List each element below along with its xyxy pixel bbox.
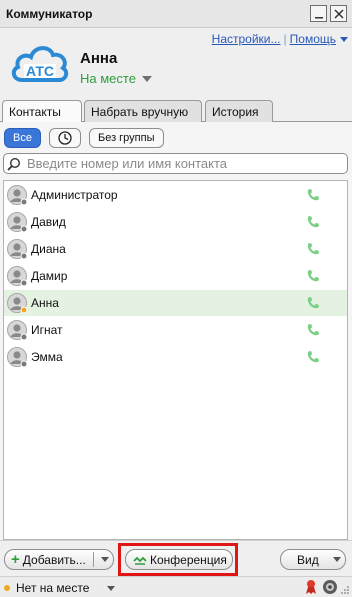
contact-row-emma[interactable]: Эмма [4,344,347,370]
call-icon[interactable] [306,350,320,364]
add-contact-button[interactable]: + Добавить... [4,549,114,570]
contact-list: Администратор Давид Диана Дамир Анна Игн… [3,180,348,540]
avatar-icon [7,293,28,314]
resize-grip-icon[interactable] [340,585,350,595]
contact-row-anna[interactable]: Анна [4,290,347,316]
add-contact-label: Добавить... [22,552,86,567]
status-bar: Нет на месте [0,576,352,597]
conference-label: Конференция [150,552,227,567]
contact-name: Давид [31,215,66,229]
action-bar: + Добавить... Конференция Вид [0,540,352,576]
chevron-down-icon [333,557,341,562]
contact-name: Анна [31,296,59,310]
avatar-icon [7,185,28,206]
link-separator: | [283,32,287,46]
contact-row-ignat[interactable]: Игнат [4,317,347,343]
call-icon[interactable] [306,296,320,310]
search-input[interactable] [25,155,335,172]
tab-manual-dial[interactable]: Набрать вручную [84,100,202,122]
contact-row-diana[interactable]: Диана [4,236,347,262]
contact-row-damir[interactable]: Дамир [4,263,347,289]
window-title: Коммуникатор [6,7,93,21]
filter-bar: Все Без группы [4,128,164,148]
view-label: Вид [297,552,319,567]
ribbon-icon[interactable] [304,579,318,595]
contact-name: Эмма [31,350,63,364]
contact-name: Дамир [31,269,68,283]
filter-all-button[interactable]: Все [4,128,41,148]
contact-row-administrator[interactable]: Администратор [4,182,347,208]
call-icon[interactable] [306,323,320,337]
tab-history[interactable]: История [205,100,273,122]
search-icon [7,157,21,171]
minimize-button[interactable] [310,5,327,22]
minimize-icon [315,17,323,19]
view-button[interactable]: Вид [280,549,346,570]
status-dropdown[interactable]: На месте [80,71,152,86]
away-status-dot [4,585,10,591]
plus-icon: + [11,551,20,568]
clock-icon [58,131,72,145]
avatar-icon [7,347,28,368]
avatar-icon [7,212,28,233]
filter-no-group-button[interactable]: Без группы [88,128,164,148]
search-field[interactable] [3,153,348,174]
chevron-down-icon [141,76,152,82]
filter-recent-button[interactable] [48,128,81,148]
tab-contacts[interactable]: Контакты [2,100,82,123]
tab-bar: Контакты Набрать вручную История [0,100,352,123]
call-icon[interactable] [306,188,320,202]
help-dropdown-icon[interactable] [340,36,348,42]
contact-name: Диана [31,242,66,256]
call-icon[interactable] [306,242,320,256]
status-label: На месте [80,71,136,86]
conference-button[interactable]: Конференция [125,549,233,570]
chevron-down-icon[interactable] [107,586,115,591]
ats-logo-icon: АТС [11,46,69,82]
logo-text: АТС [26,63,54,79]
contacts-panel: Все Без группы Администратор [0,122,352,540]
call-icon[interactable] [306,269,320,283]
chevron-down-icon[interactable] [101,557,109,562]
help-link[interactable]: Помощь [290,32,336,46]
top-links: Настройки... | Помощь [212,32,348,46]
title-bar: Коммуникатор [0,0,352,28]
user-name: Анна [80,50,118,67]
settings-link[interactable]: Настройки... [212,32,281,46]
profile-header: АТС Анна На месте Настройки... | Помощь [0,28,352,100]
call-icon[interactable] [306,215,320,229]
button-divider [93,552,94,567]
contact-name: Игнат [31,323,63,337]
statusbar-status[interactable]: Нет на месте [16,581,89,595]
conference-icon [133,556,147,565]
close-icon [334,9,344,19]
avatar-icon [7,320,28,341]
contact-name: Администратор [31,188,118,202]
contact-row-david[interactable]: Давид [4,209,347,235]
avatar-icon [7,266,28,287]
close-button[interactable] [330,5,347,22]
avatar-icon [7,239,28,260]
speaker-icon[interactable] [322,579,338,595]
